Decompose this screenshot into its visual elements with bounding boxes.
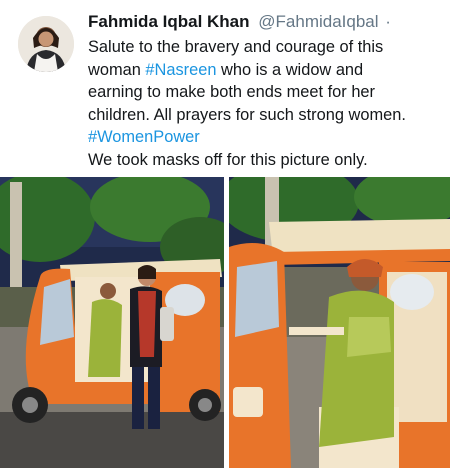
hashtag-womenpower[interactable]: #WomenPower bbox=[88, 126, 444, 149]
tweet-text-line: Salute to the bravery and courage of thi… bbox=[88, 38, 384, 56]
tweet-text-line: woman #Nasreen who is a widow and bbox=[88, 59, 444, 82]
tweet-text: Salute to the bravery and courage of thi… bbox=[88, 36, 444, 171]
author-handle[interactable]: @FahmidaIqbal bbox=[258, 12, 378, 31]
header-separator: · bbox=[385, 12, 391, 31]
tweet-text-line: children. All prayers for such strong wo… bbox=[88, 105, 406, 124]
tweet-photo-left[interactable] bbox=[0, 177, 224, 468]
tweet-text-line: earning to make both ends meet for her bbox=[88, 83, 376, 101]
avatar[interactable] bbox=[18, 16, 74, 72]
tweet-header: Fahmida Iqbal Khan @FahmidaIqbal · bbox=[88, 11, 391, 33]
hashtag-nasreen[interactable]: #Nasreen bbox=[145, 61, 216, 79]
tweet: Fahmida Iqbal Khan @FahmidaIqbal · Salut… bbox=[0, 0, 450, 468]
author-name[interactable]: Fahmida Iqbal Khan bbox=[88, 12, 250, 31]
tweet-text-segment: woman bbox=[88, 60, 146, 79]
tweet-text-line: We took masks off for this picture only. bbox=[88, 150, 368, 169]
tweet-text-segment: who is a widow and bbox=[216, 60, 364, 79]
tweet-photo-right[interactable] bbox=[229, 177, 450, 468]
